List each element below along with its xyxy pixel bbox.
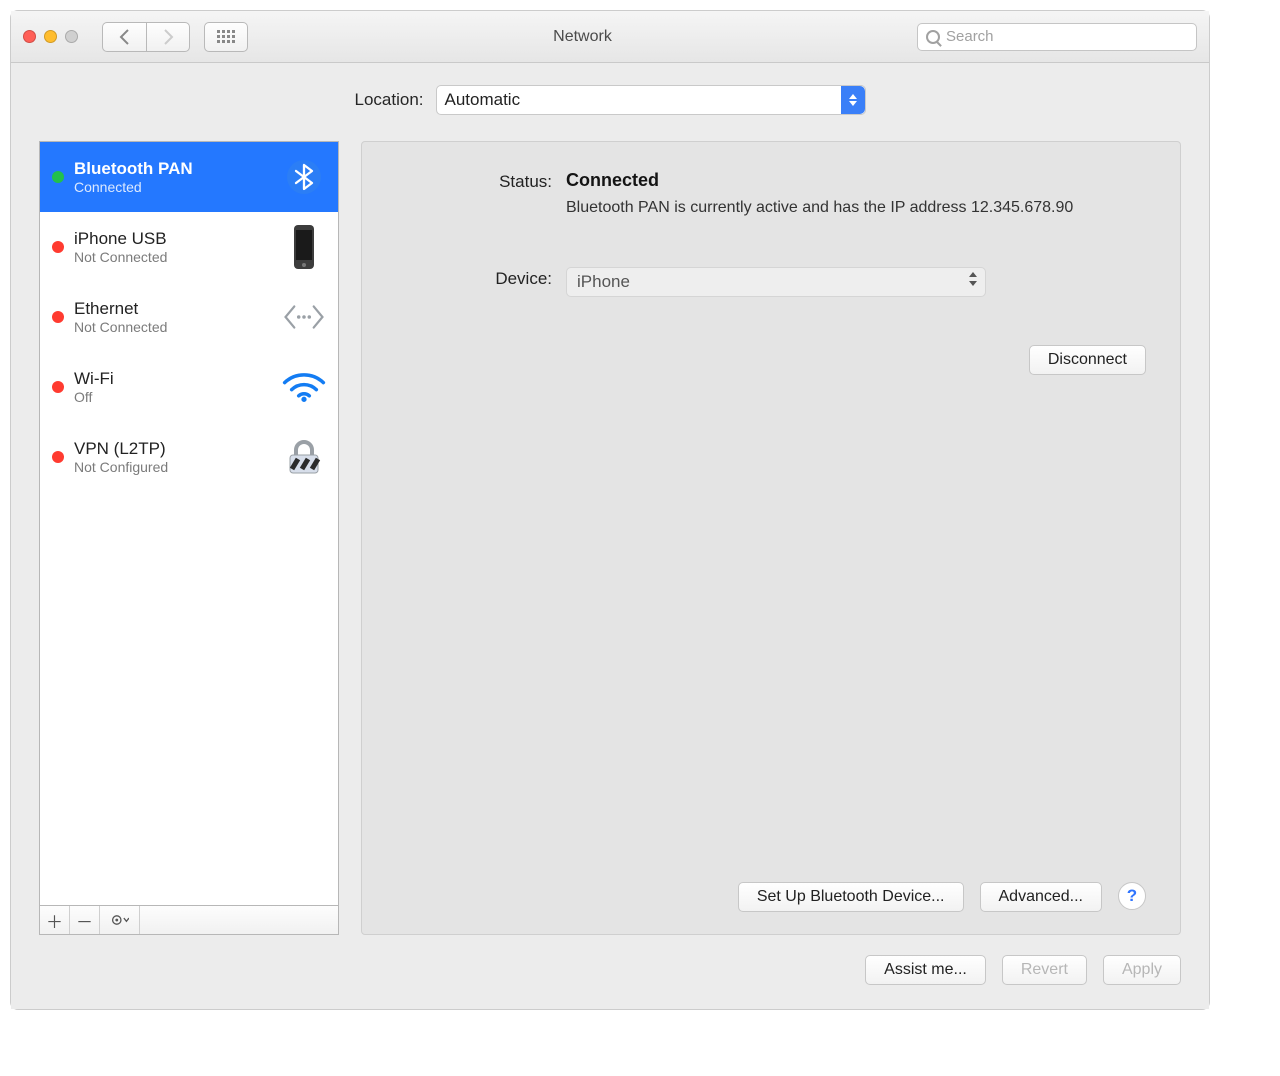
- interface-toolbar: ＋ －: [39, 905, 339, 935]
- status-indicator: [52, 241, 64, 253]
- interface-item-ethernet[interactable]: Ethernet Not Connected: [40, 282, 338, 352]
- setup-bluetooth-button[interactable]: Set Up Bluetooth Device...: [738, 882, 964, 912]
- status-indicator: [52, 311, 64, 323]
- interface-name: Wi-Fi: [74, 369, 272, 389]
- device-label: Device:: [396, 267, 566, 289]
- device-dropdown[interactable]: iPhone: [566, 267, 986, 297]
- titlebar: Network Search: [11, 11, 1209, 63]
- device-value: iPhone: [577, 272, 630, 292]
- status-value: Connected: [566, 170, 1146, 191]
- status-indicator: [52, 171, 64, 183]
- search-placeholder: Search: [946, 28, 994, 45]
- ethernet-icon: [282, 301, 326, 333]
- bluetooth-icon: [282, 160, 326, 194]
- search-input[interactable]: Search: [917, 23, 1197, 51]
- search-icon: [926, 30, 940, 44]
- window-buttons: Assist me... Revert Apply: [39, 955, 1181, 985]
- interface-item-wifi[interactable]: Wi-Fi Off: [40, 352, 338, 422]
- help-button[interactable]: ?: [1118, 882, 1146, 910]
- minimize-window-button[interactable]: [44, 30, 57, 43]
- interface-item-vpn[interactable]: VPN (L2TP) Not Configured: [40, 422, 338, 492]
- chevron-left-icon: [119, 29, 131, 45]
- dropdown-arrows-icon: [841, 86, 865, 114]
- disconnect-button[interactable]: Disconnect: [1029, 345, 1146, 375]
- interface-status: Off: [74, 389, 272, 405]
- interface-name: iPhone USB: [74, 229, 272, 249]
- location-dropdown[interactable]: Automatic: [436, 85, 866, 115]
- interface-item-bluetooth-pan[interactable]: Bluetooth PAN Connected: [40, 142, 338, 212]
- interface-status: Not Connected: [74, 319, 272, 335]
- interface-panel: Bluetooth PAN Connected iPhone USB Not C…: [39, 141, 339, 935]
- forward-button[interactable]: [146, 22, 190, 52]
- interface-status: Not Configured: [74, 459, 272, 475]
- interface-status: Connected: [74, 179, 272, 195]
- remove-interface-button[interactable]: －: [70, 906, 100, 934]
- iphone-icon: [282, 225, 326, 269]
- interface-item-iphone-usb[interactable]: iPhone USB Not Connected: [40, 212, 338, 282]
- dropdown-arrows-icon: [969, 272, 977, 286]
- interface-list: Bluetooth PAN Connected iPhone USB Not C…: [39, 141, 339, 905]
- revert-button[interactable]: Revert: [1002, 955, 1087, 985]
- location-value: Automatic: [445, 90, 521, 110]
- assist-me-button[interactable]: Assist me...: [865, 955, 986, 985]
- interface-actions-button[interactable]: [100, 906, 140, 934]
- lock-icon: [282, 437, 326, 477]
- zoom-window-button[interactable]: [65, 30, 78, 43]
- interface-name: VPN (L2TP): [74, 439, 272, 459]
- interface-status: Not Connected: [74, 249, 272, 265]
- status-description: Bluetooth PAN is currently active and ha…: [566, 197, 1146, 219]
- gear-icon: [111, 913, 129, 927]
- window-title: Network: [256, 28, 909, 46]
- add-interface-button[interactable]: ＋: [40, 906, 70, 934]
- back-button[interactable]: [102, 22, 146, 52]
- close-window-button[interactable]: [23, 30, 36, 43]
- status-indicator: [52, 381, 64, 393]
- grid-icon: [217, 30, 235, 44]
- location-row: Location: Automatic: [39, 85, 1181, 115]
- location-label: Location:: [355, 90, 424, 110]
- interface-name: Bluetooth PAN: [74, 159, 272, 179]
- interface-name: Ethernet: [74, 299, 272, 319]
- advanced-button[interactable]: Advanced...: [980, 882, 1103, 912]
- detail-panel: Status: Connected Bluetooth PAN is curre…: [361, 141, 1181, 935]
- content: Location: Automatic Bluetooth PAN Connec…: [11, 63, 1209, 1009]
- status-label: Status:: [396, 170, 566, 192]
- chevron-right-icon: [162, 29, 174, 45]
- show-all-prefs-button[interactable]: [204, 22, 248, 52]
- nav-buttons: [102, 22, 190, 52]
- apply-button[interactable]: Apply: [1103, 955, 1181, 985]
- wifi-icon: [282, 370, 326, 404]
- traffic-lights: [23, 30, 78, 43]
- status-indicator: [52, 451, 64, 463]
